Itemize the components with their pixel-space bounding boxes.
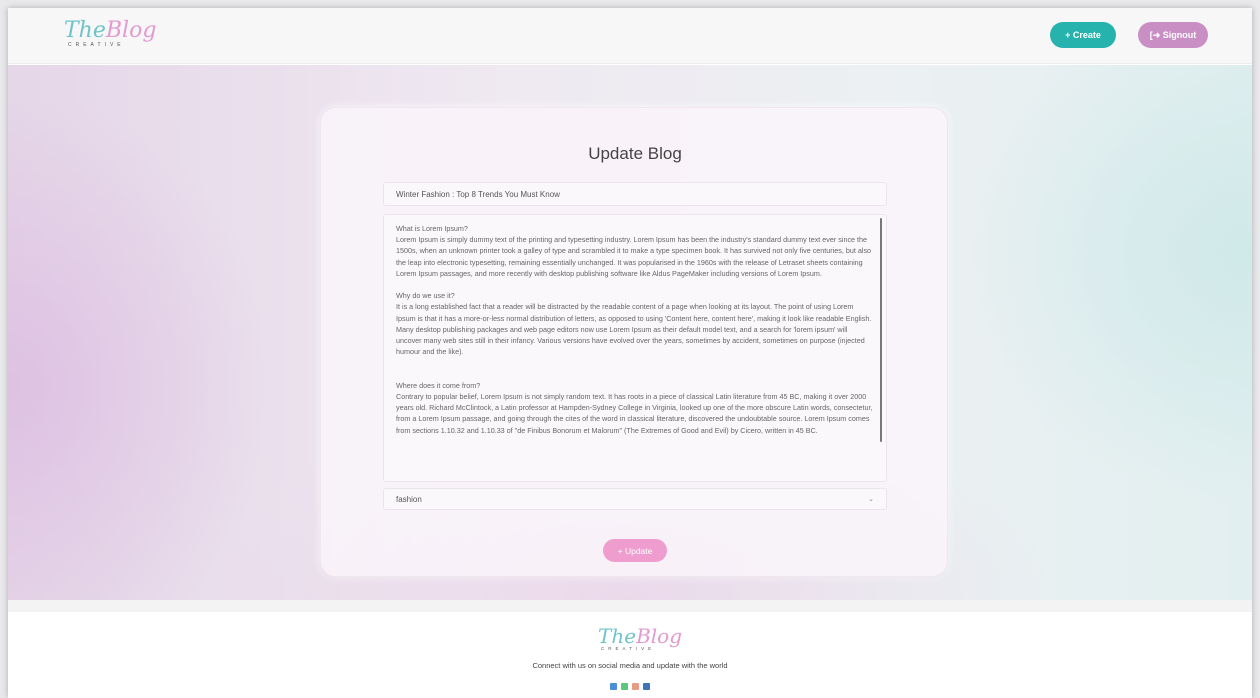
blog-content-textarea[interactable]: What is Lorem Ipsum? Lorem Ipsum is simp…	[383, 214, 887, 482]
footer-divider	[8, 600, 1252, 612]
browser-frame: TheBlog CREATIVE + Create [➜ Signout Upd…	[8, 8, 1252, 698]
update-button[interactable]: + Update	[603, 539, 667, 562]
chevron-down-icon: ⌄	[868, 496, 874, 503]
update-blog-card: Update Blog What is Lorem Ipsum? Lorem I…	[320, 107, 948, 577]
brand-logo[interactable]: TheBlog CREATIVE	[64, 20, 156, 48]
top-navbar: TheBlog CREATIVE + Create [➜ Signout	[8, 8, 1252, 64]
category-select[interactable]: fashion ⌄	[383, 488, 887, 510]
instagram-icon[interactable]	[632, 683, 639, 690]
page-title: Update Blog	[588, 144, 682, 163]
social-links	[610, 683, 650, 690]
blog-title-input[interactable]	[383, 182, 887, 206]
signout-button[interactable]: [➜ Signout	[1138, 22, 1208, 48]
category-value: fashion	[396, 494, 422, 504]
create-button[interactable]: + Create	[1050, 22, 1116, 48]
footer-tagline: Connect with us on social media and upda…	[532, 661, 728, 670]
blog-content-text: What is Lorem Ipsum? Lorem Ipsum is simp…	[396, 224, 873, 435]
hero-background: Update Blog What is Lorem Ipsum? Lorem I…	[8, 65, 1252, 600]
brand-script: TheBlog	[64, 18, 157, 43]
footer-brand-script: TheBlog	[598, 624, 682, 648]
facebook-icon[interactable]	[610, 683, 617, 690]
content-scrollbar[interactable]	[880, 218, 882, 442]
brand-word: CREATIVE	[68, 42, 125, 48]
footer-logo: TheBlog CREATIVE	[598, 626, 682, 652]
whatsapp-icon[interactable]	[621, 683, 628, 690]
linkedin-icon[interactable]	[643, 683, 650, 690]
